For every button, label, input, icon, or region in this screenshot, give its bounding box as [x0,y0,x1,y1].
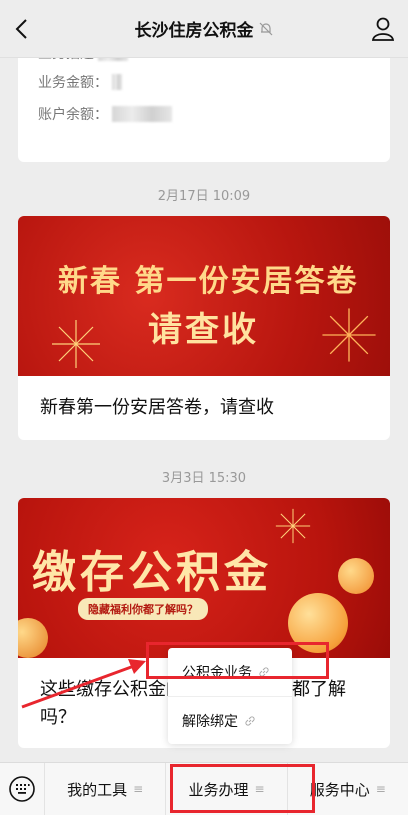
banner-badge: 隐藏福利你都了解吗？ [78,598,208,620]
firework-icon [322,308,376,362]
menu-my-tools[interactable]: 我的工具 ≡ [44,762,165,815]
row-label: 业务金额： [38,75,108,91]
message-card-partial[interactable]: 业务描述 业务金额： 账户余额： [18,40,390,162]
decor-ball [18,618,48,658]
highlight-box-submenu [146,642,329,679]
banner-headline: 新春 第一份安居答卷 [58,264,359,299]
masked-value [112,106,172,122]
banner-headline: 缴存公积金 [32,547,272,598]
timestamp: 3月3日 15:30 [161,471,247,486]
firework-icon [275,508,311,544]
article-title: 新春第一份安居答卷，请查收 [40,397,274,418]
article-card[interactable]: 新春 第一份安居答卷 请查收 新春第一份安居答卷，请查收 [18,216,390,440]
menu-label: 我的工具 [67,780,128,799]
firework-icon [52,320,100,368]
top-bar: 长沙住房公积金 [0,0,408,58]
timestamp: 2月17日 10:09 [157,189,251,204]
masked-value [112,74,122,90]
banner-subline: 请查收 [148,310,259,350]
bell-off-icon [259,22,272,35]
person-icon[interactable] [368,14,398,44]
title-wrap: 长沙住房公积金 [135,16,274,41]
menu-list-icon: ≡ [133,782,144,796]
row-business-amount: 业务金额： [38,66,370,98]
article-banner: 新春 第一份安居答卷 请查收 [18,216,390,376]
keyboard-toggle[interactable] [0,763,44,815]
chevron-left-icon[interactable] [8,14,38,44]
keyboard-icon [9,776,35,802]
link-icon [245,715,255,726]
decor-ball [338,558,374,594]
submenu-item-label: 解除绑定 [182,713,238,730]
menu-list-icon: ≡ [375,782,386,796]
page-title: 长沙住房公积金 [134,21,254,41]
row-account-balance: 账户余额： [38,98,370,130]
row-label: 账户余额： [38,107,108,123]
submenu-item-unbind[interactable]: 解除绑定 [168,696,292,744]
menu-label: 服务中心 [309,780,370,799]
article-banner: 缴存公积金 隐藏福利你都了解吗？ [18,498,390,658]
highlight-box-menu [170,764,315,813]
